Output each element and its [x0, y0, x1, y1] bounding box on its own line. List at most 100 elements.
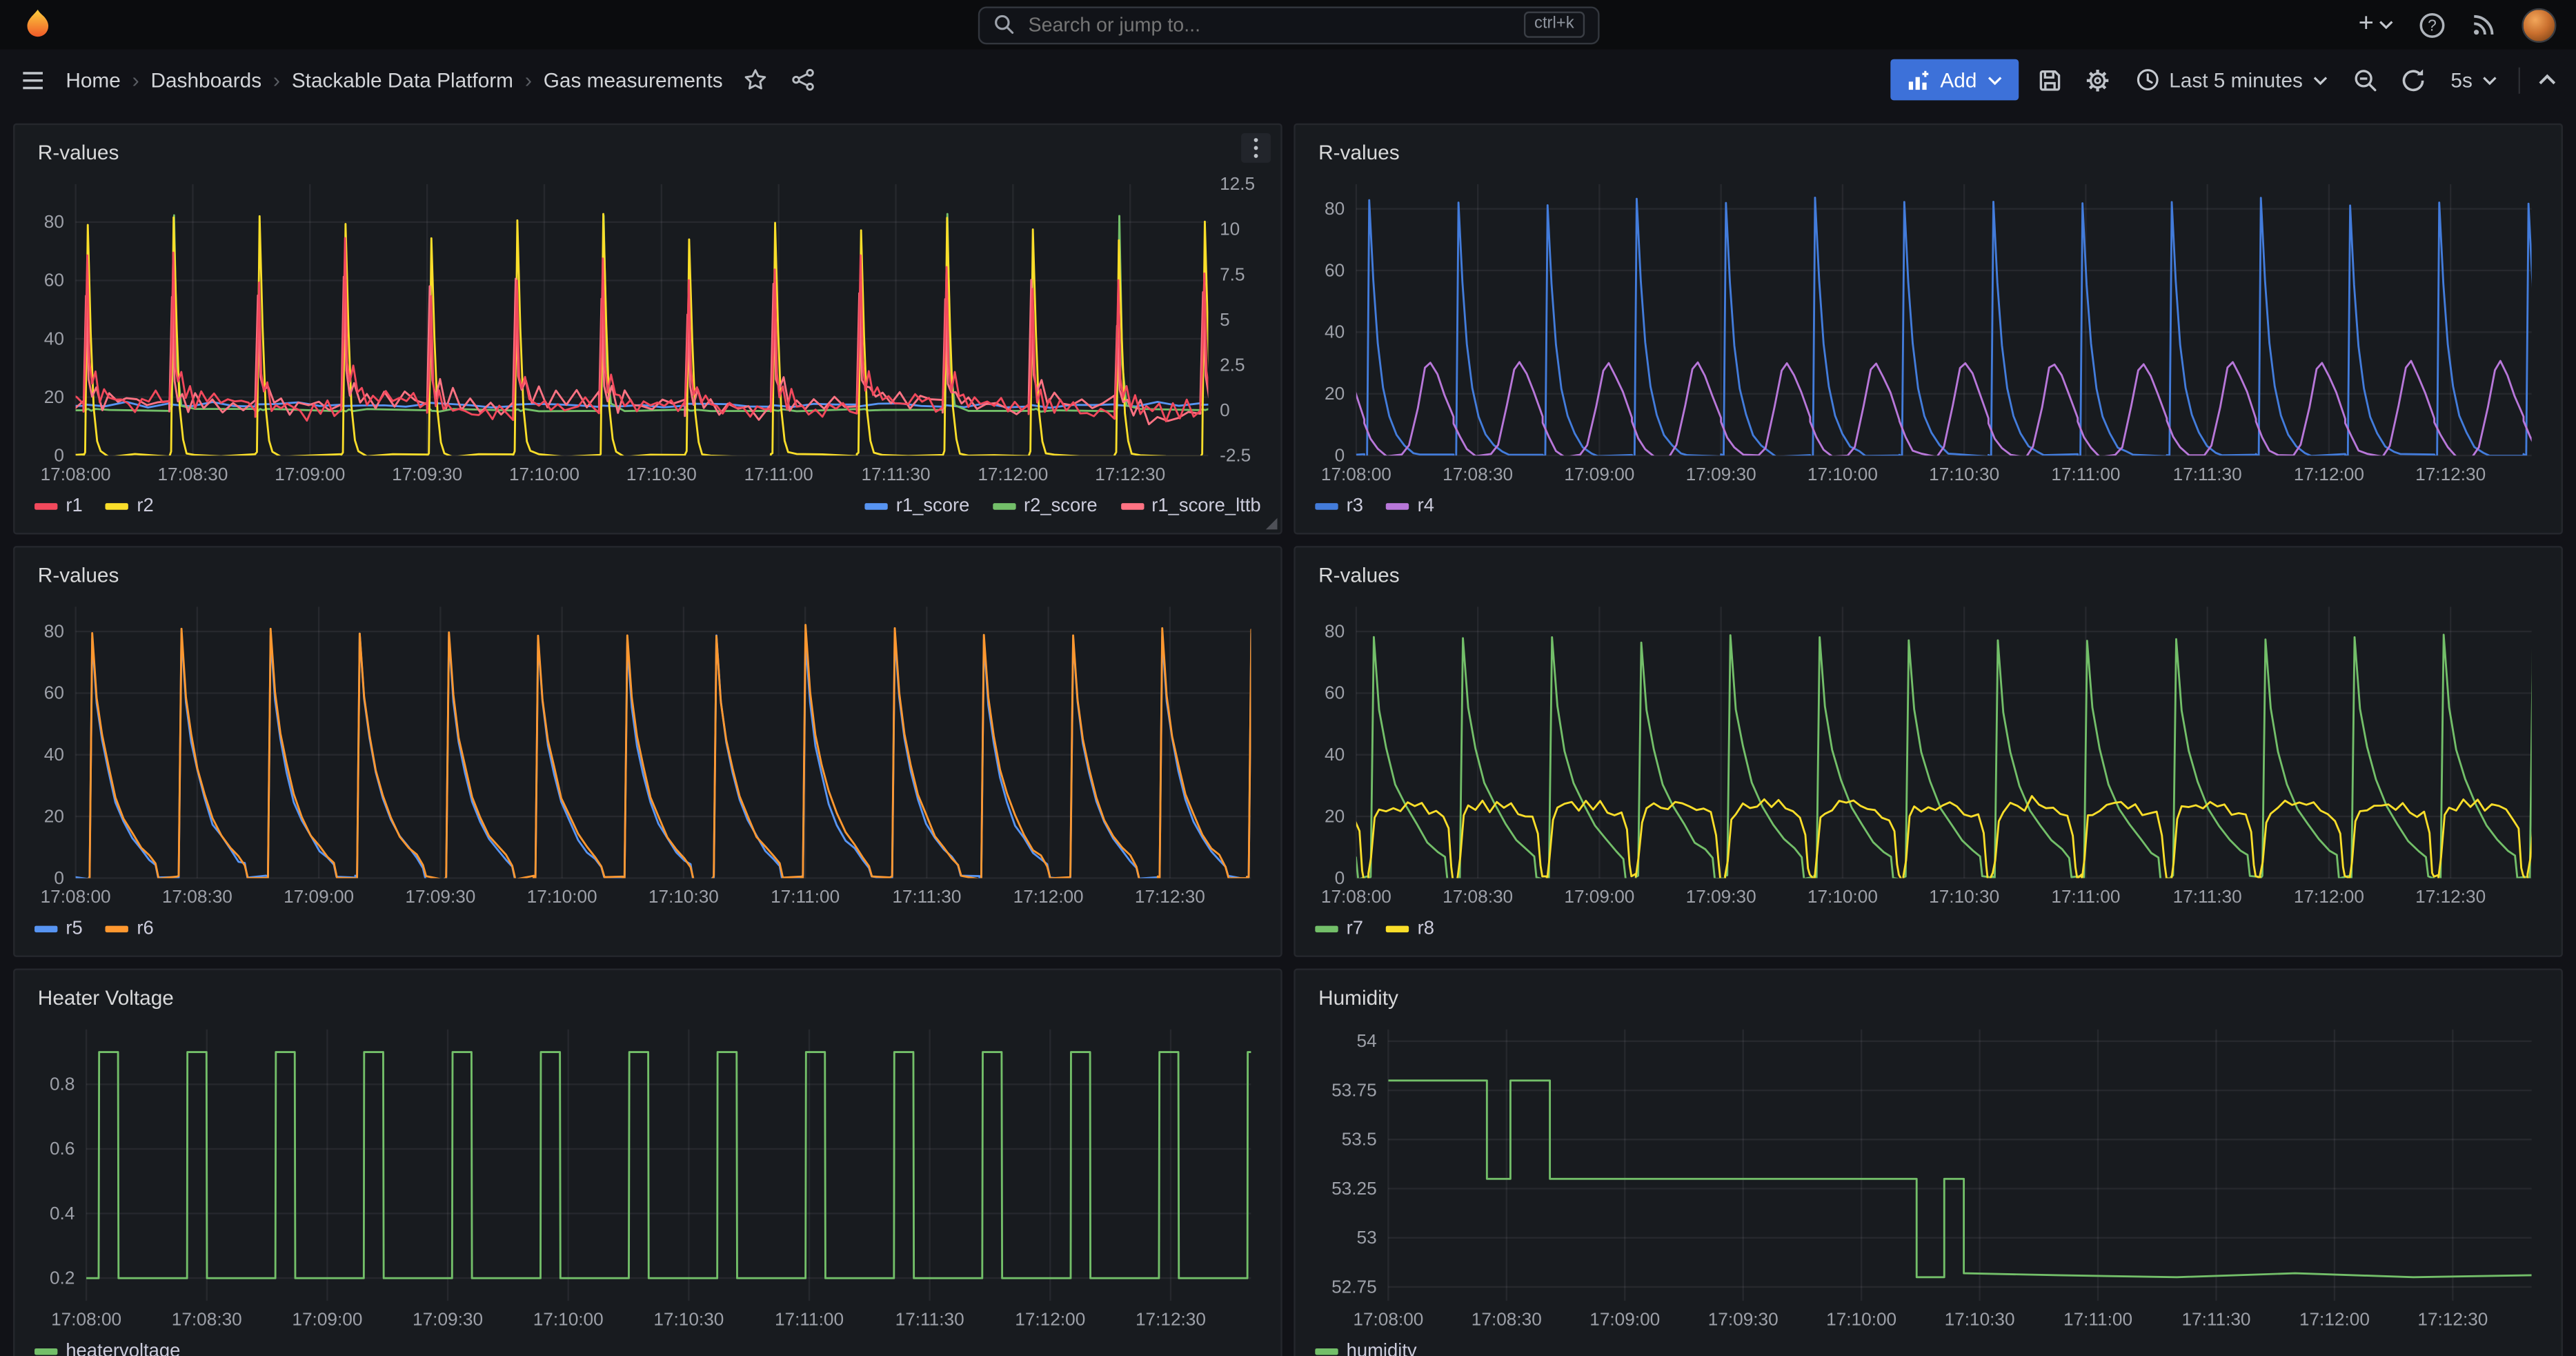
time-series-chart[interactable]: 02040608017:08:0017:08:3017:09:0017:09:3…: [1309, 171, 2548, 490]
legend-item-humidity[interactable]: humidity: [1315, 1342, 1416, 1356]
panel-menu-button[interactable]: [1241, 133, 1271, 163]
svg-text:17:08:00: 17:08:00: [1321, 886, 1391, 907]
rss-icon: [2470, 12, 2497, 38]
legend-item-r5[interactable]: r5: [34, 919, 83, 939]
time-range-picker[interactable]: Last 5 minutes: [2128, 64, 2335, 95]
panel-r-values-4: R-values 02040608017:08:0017:08:3017:09:…: [1294, 546, 2563, 957]
svg-text:17:12:00: 17:12:00: [1013, 886, 1084, 907]
svg-text:40: 40: [44, 744, 64, 765]
breadcrumb-home[interactable]: Home: [66, 68, 120, 91]
search-field[interactable]: [1025, 12, 1515, 38]
save-dashboard-button[interactable]: [2032, 63, 2065, 97]
time-series-chart[interactable]: 020406080-2.502.557.51012.517:08:0017:08…: [28, 171, 1268, 490]
panel-header[interactable]: R-values: [28, 135, 1268, 170]
time-series-chart[interactable]: 52.755353.2553.553.755417:08:0017:08:301…: [1309, 1016, 2548, 1335]
legend-label: heatervoltage: [66, 1342, 180, 1356]
svg-text:17:10:00: 17:10:00: [1826, 1309, 1896, 1330]
legend-item-r3[interactable]: r3: [1315, 497, 1363, 517]
legend-item-r2[interactable]: r2: [106, 497, 154, 517]
dashboard-settings-button[interactable]: [2081, 63, 2114, 97]
svg-text:60: 60: [1325, 259, 1345, 280]
legend-item-heatervoltage[interactable]: heatervoltage: [34, 1342, 180, 1356]
panel-header[interactable]: Humidity: [1309, 980, 2548, 1016]
legend-item-r1_score[interactable]: r1_score: [864, 497, 969, 517]
svg-text:17:09:30: 17:09:30: [392, 464, 462, 484]
refresh-button[interactable]: [2397, 63, 2430, 97]
svg-text:17:12:30: 17:12:30: [1095, 464, 1165, 484]
news-button[interactable]: [2470, 12, 2497, 38]
svg-text:52.75: 52.75: [1331, 1276, 1377, 1297]
legend-label: humidity: [1347, 1342, 1417, 1356]
svg-text:20: 20: [1325, 383, 1345, 404]
svg-text:5: 5: [1220, 309, 1230, 330]
legend: heatervoltage: [28, 1335, 1268, 1356]
panel-header[interactable]: R-values: [28, 558, 1268, 593]
panel-header[interactable]: R-values: [1309, 135, 2548, 170]
breadcrumb-folder[interactable]: Stackable Data Platform: [292, 68, 513, 91]
favorite-star-button[interactable]: [739, 64, 770, 95]
legend-item-r1[interactable]: r1: [34, 497, 83, 517]
svg-text:17:09:00: 17:09:00: [1589, 1309, 1660, 1330]
svg-text:17:10:30: 17:10:30: [1929, 464, 1999, 484]
svg-text:53.25: 53.25: [1331, 1178, 1377, 1199]
breadcrumb-dashboards[interactable]: Dashboards: [150, 68, 261, 91]
time-series-chart[interactable]: 02040608017:08:0017:08:3017:09:0017:09:3…: [28, 593, 1268, 912]
legend-item-r2_score[interactable]: r2_score: [993, 497, 1098, 517]
legend-item-r8[interactable]: r8: [1386, 919, 1434, 939]
collapse-toolbar-button[interactable]: [2535, 70, 2559, 88]
panel-title: R-values: [38, 564, 119, 587]
zoom-out-button[interactable]: [2349, 63, 2382, 97]
share-button[interactable]: [787, 64, 818, 95]
svg-text:0: 0: [1335, 867, 1345, 888]
panel-title: Heater Voltage: [38, 987, 174, 1010]
breadcrumb-separator: ›: [132, 68, 139, 92]
svg-text:17:08:00: 17:08:00: [1321, 464, 1391, 484]
add-menu-button[interactable]: +: [2359, 12, 2394, 38]
legend-item-r6[interactable]: r6: [106, 919, 154, 939]
svg-text:20: 20: [44, 805, 64, 826]
legend-item-r7[interactable]: r7: [1315, 919, 1363, 939]
time-series-chart[interactable]: 02040608017:08:0017:08:3017:09:0017:09:3…: [1309, 593, 2548, 912]
svg-text:17:10:30: 17:10:30: [648, 886, 719, 907]
add-button-label: Add: [1940, 68, 1976, 91]
menu-toggle-button[interactable]: [17, 63, 50, 97]
svg-text:17:08:30: 17:08:30: [157, 464, 228, 484]
legend-group: r1_score r2_score r1_score_lttb: [864, 497, 1260, 517]
svg-text:17:11:30: 17:11:30: [895, 1309, 964, 1330]
legend-label: r8: [1418, 919, 1434, 939]
legend: r5 r6: [28, 913, 1268, 946]
svg-text:17:09:30: 17:09:30: [1686, 886, 1756, 907]
legend: r3 r4: [1309, 490, 2548, 523]
legend-item-r4[interactable]: r4: [1386, 497, 1434, 517]
star-icon: [742, 68, 767, 92]
svg-text:17:09:00: 17:09:00: [292, 1309, 362, 1330]
panel-resize-handle[interactable]: [1266, 518, 1278, 530]
user-avatar[interactable]: [2521, 8, 2556, 42]
svg-text:0.8: 0.8: [50, 1074, 75, 1094]
svg-text:17:08:30: 17:08:30: [1443, 886, 1513, 907]
legend-group: r3 r4: [1315, 497, 1434, 517]
svg-text:0: 0: [1220, 400, 1230, 420]
svg-text:17:08:00: 17:08:00: [41, 464, 111, 484]
legend-group: r5 r6: [34, 919, 154, 939]
panel-title: R-values: [1318, 141, 1400, 164]
legend-group: heatervoltage: [34, 1342, 180, 1356]
svg-text:17:12:00: 17:12:00: [2294, 886, 2364, 907]
time-series-chart[interactable]: 0.20.40.60.817:08:0017:08:3017:09:0017:0…: [28, 1016, 1268, 1335]
legend-item-r1_score_lttb[interactable]: r1_score_lttb: [1120, 497, 1261, 517]
svg-text:60: 60: [44, 682, 64, 703]
add-button[interactable]: Add: [1891, 59, 2018, 101]
help-button[interactable]: ?: [2418, 10, 2446, 39]
breadcrumb-separator: ›: [525, 68, 532, 92]
svg-text:17:11:00: 17:11:00: [2063, 1309, 2132, 1330]
panel-header[interactable]: Heater Voltage: [28, 980, 1268, 1016]
grafana-logo[interactable]: [20, 7, 56, 43]
svg-text:40: 40: [1325, 744, 1345, 765]
search-input[interactable]: ctrl+k: [978, 6, 1599, 43]
panel-r-values-3: R-values 02040608017:08:0017:08:3017:09:…: [13, 546, 1282, 957]
svg-text:17:10:00: 17:10:00: [533, 1309, 604, 1330]
panel-header[interactable]: R-values: [1309, 558, 2548, 593]
svg-text:17:11:30: 17:11:30: [892, 886, 961, 907]
svg-text:17:10:30: 17:10:30: [626, 464, 697, 484]
refresh-interval-dropdown[interactable]: 5s: [2444, 65, 2504, 95]
